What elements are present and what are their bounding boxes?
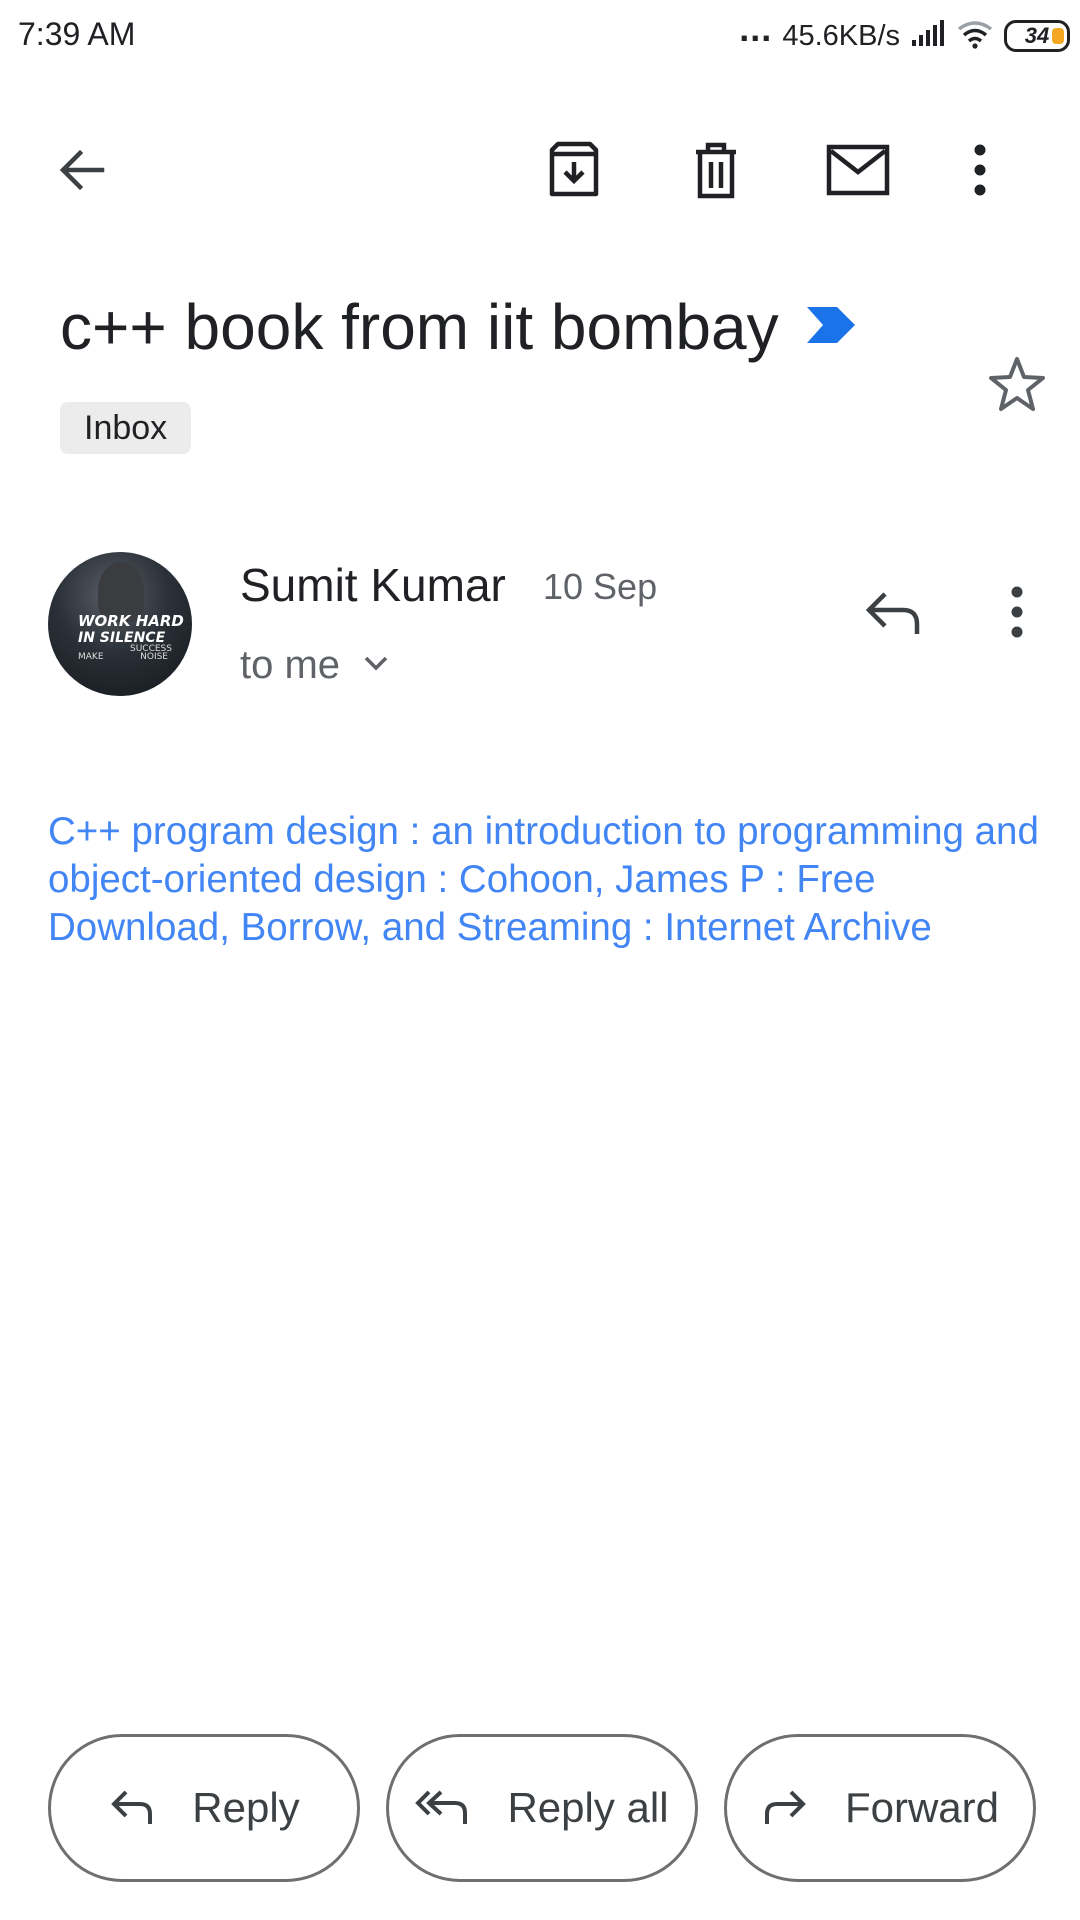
more-vert-icon (1007, 584, 1027, 645)
network-speed: 45.6KB/s (782, 19, 900, 52)
avatar-text: NOISE (140, 652, 168, 662)
battery-level: 34 (1024, 23, 1050, 48)
avatar-text: WORK HARD (78, 612, 184, 630)
notification-dots: ... (739, 8, 773, 49)
avatar[interactable]: WORK HARD IN SILENCE SUCCESS MAKE NOISE (48, 552, 192, 696)
reply-label: Reply (192, 1784, 300, 1831)
email-body-link[interactable]: C++ program design : an introduction to … (48, 808, 1048, 952)
sender-name: Sumit Kumar (240, 559, 506, 611)
avatar-text-row: MAKE NOISE (78, 652, 168, 662)
archive-button[interactable] (532, 130, 616, 214)
star-outline-icon (987, 355, 1047, 420)
email-date: 10 Sep (543, 566, 658, 607)
subject-row: c++ book from iit bombay (60, 290, 960, 364)
reply-icon-button[interactable] (851, 572, 935, 656)
forward-label: Forward (844, 1784, 1000, 1831)
status-time: 7:39 AM (18, 16, 136, 52)
reply-all-icon (415, 1786, 471, 1831)
chevron-down-icon (362, 653, 390, 678)
battery-indicator: 34 (1004, 20, 1070, 52)
arrow-back-icon (54, 142, 110, 203)
reply-all-label: Reply all (507, 1784, 669, 1831)
reply-icon (108, 1786, 156, 1831)
trash-icon (686, 140, 746, 205)
delete-button[interactable] (674, 130, 758, 214)
battery-fill (1052, 28, 1064, 44)
more-options-button[interactable] (938, 130, 1022, 214)
more-vert-icon (970, 142, 990, 203)
mail-icon (826, 144, 890, 201)
status-bar: 7:39 AM ... 45.6KB/s 34 (0, 0, 1080, 72)
mark-unread-button[interactable] (816, 130, 900, 214)
importance-marker-icon (805, 305, 857, 350)
action-bar: Reply Reply all Forward (48, 1734, 1038, 1882)
back-button[interactable] (40, 130, 124, 214)
email-toolbar (0, 110, 1080, 230)
forward-icon (761, 1786, 809, 1831)
recipient-text: to me (240, 642, 341, 687)
forward-button[interactable]: Forward (724, 1734, 1036, 1882)
wifi-icon (956, 19, 994, 54)
avatar-text: MAKE (78, 652, 104, 662)
reply-all-button[interactable]: Reply all (386, 1734, 698, 1882)
reply-icon (863, 588, 923, 641)
label-chip-inbox[interactable]: Inbox (60, 402, 192, 454)
archive-icon (544, 140, 604, 205)
message-more-button[interactable] (975, 572, 1059, 656)
email-subject: c++ book from iit bombay (60, 291, 779, 363)
star-button[interactable] (975, 345, 1059, 429)
reply-button[interactable]: Reply (48, 1734, 360, 1882)
recipient-details-toggle[interactable]: to me (240, 640, 390, 690)
signal-icon (910, 19, 946, 53)
status-indicators: ... 45.6KB/s 34 (739, 8, 1070, 60)
